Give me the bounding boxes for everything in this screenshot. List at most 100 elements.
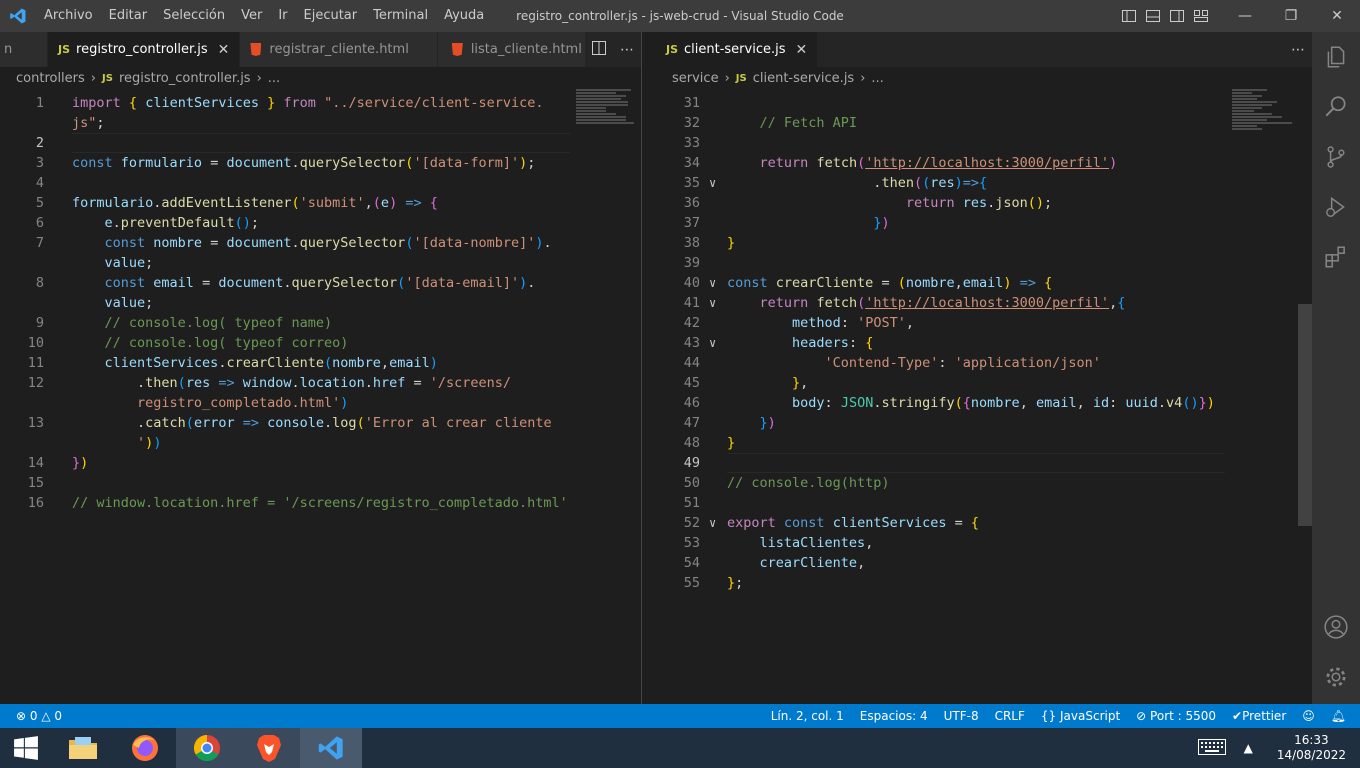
- firefox-icon[interactable]: [114, 728, 176, 768]
- editor-split-sash[interactable]: [641, 32, 656, 704]
- code-line[interactable]: value;: [0, 293, 641, 313]
- close-tab-icon[interactable]: ✕: [796, 42, 808, 58]
- code-line[interactable]: 6 e.preventDefault();: [0, 213, 641, 233]
- tab-registro-controller[interactable]: JS registro_controller.js ✕: [48, 32, 241, 67]
- code-line[interactable]: 52 ∨ export const clientServices = {: [656, 513, 1312, 533]
- end-of-line[interactable]: CRLF: [987, 709, 1033, 723]
- minimap-left[interactable]: [576, 89, 638, 149]
- code-line[interactable]: 15: [0, 473, 641, 493]
- code-line[interactable]: 31: [656, 93, 1312, 113]
- code-line[interactable]: js";: [0, 113, 641, 133]
- file-explorer-icon[interactable]: [52, 728, 114, 768]
- code-line[interactable]: registro_completado.html'): [0, 393, 641, 413]
- code-line[interactable]: ')): [0, 433, 641, 453]
- menu-item-ver[interactable]: Ver: [233, 0, 270, 32]
- fold-chevron-icon[interactable]: ∨: [709, 513, 716, 533]
- code-line[interactable]: 7 const nombre = document.querySelector(…: [0, 233, 641, 253]
- code-line[interactable]: 53 listaClientes,: [656, 533, 1312, 553]
- breadcrumb-file[interactable]: registro_controller.js: [119, 71, 251, 86]
- fold-chevron-icon[interactable]: ∨: [709, 333, 716, 353]
- toggle-panel-icon[interactable]: [1142, 0, 1164, 32]
- windows-start-icon[interactable]: [0, 728, 52, 768]
- breadcrumb-file[interactable]: client-service.js: [753, 71, 854, 86]
- code-line[interactable]: 42 method: 'POST',: [656, 313, 1312, 333]
- prettier-status[interactable]: ✔Prettier: [1224, 709, 1294, 723]
- code-line[interactable]: 55};: [656, 573, 1312, 593]
- close-window-button[interactable]: ✕: [1314, 0, 1360, 32]
- code-line[interactable]: 12 .then(res => window.location.href = '…: [0, 373, 641, 393]
- code-line[interactable]: 40 ∨ const crearCliente = (nombre,email) =…: [656, 273, 1312, 293]
- code-line[interactable]: 35 ∨ .then((res)=>{: [656, 173, 1312, 193]
- menu-item-terminal[interactable]: Terminal: [365, 0, 436, 32]
- fold-chevron-icon[interactable]: ∨: [709, 173, 716, 193]
- code-line[interactable]: 48}: [656, 433, 1312, 453]
- code-line[interactable]: value;: [0, 253, 641, 273]
- run-debug-icon[interactable]: [1312, 182, 1360, 232]
- code-editor-right[interactable]: 31 32 // Fetch API 33 34 return fetch('http…: [656, 89, 1312, 704]
- code-line[interactable]: 32 // Fetch API: [656, 113, 1312, 133]
- code-line[interactable]: 1 import { clientServices } from "../serv…: [0, 93, 641, 113]
- tab-partial[interactable]: n: [0, 32, 48, 67]
- search-icon[interactable]: [1312, 82, 1360, 132]
- code-line[interactable]: 33: [656, 133, 1312, 153]
- code-line[interactable]: 37 }): [656, 213, 1312, 233]
- close-tab-icon[interactable]: ✕: [218, 42, 230, 58]
- code-line[interactable]: 36 return res.json();: [656, 193, 1312, 213]
- code-line[interactable]: 47 }): [656, 413, 1312, 433]
- menu-item-ir[interactable]: Ir: [270, 0, 295, 32]
- more-actions-icon[interactable]: ⋯: [613, 42, 641, 58]
- bell-icon[interactable]: 🔔︎: [1323, 709, 1360, 723]
- explorer-icon[interactable]: [1312, 32, 1360, 82]
- code-line[interactable]: 54 crearCliente,: [656, 553, 1312, 573]
- menu-item-ayuda[interactable]: Ayuda: [436, 0, 492, 32]
- vertical-scrollbar[interactable]: [1298, 304, 1312, 526]
- menu-item-ejecutar[interactable]: Ejecutar: [296, 0, 366, 32]
- encoding[interactable]: UTF-8: [936, 709, 987, 723]
- split-editor-icon[interactable]: [585, 40, 613, 60]
- code-line[interactable]: 44 'Contend-Type': 'application/json': [656, 353, 1312, 373]
- code-line[interactable]: 5 formulario.addEventListener('submit',(e…: [0, 193, 641, 213]
- cursor-position[interactable]: Lín. 2, col. 1: [763, 709, 852, 723]
- tab-lista-cliente[interactable]: lista_cliente.html: [437, 32, 593, 67]
- extensions-icon[interactable]: [1312, 232, 1360, 282]
- feedback-icon[interactable]: ☺: [1294, 709, 1323, 723]
- breadcrumb-symbol[interactable]: ...: [871, 71, 883, 86]
- problems-indicator[interactable]: ⊗ 0 △ 0: [0, 709, 70, 723]
- chevron-up-icon[interactable]: ▲: [1244, 741, 1253, 755]
- breadcrumb-folder[interactable]: service: [672, 71, 719, 86]
- code-line[interactable]: 50 // console.log(http): [656, 473, 1312, 493]
- clock[interactable]: 16:33 14/08/2022: [1263, 733, 1360, 763]
- code-line[interactable]: 8 const email = document.querySelector('…: [0, 273, 641, 293]
- more-actions-icon[interactable]: ⋯: [1284, 42, 1312, 58]
- breadcrumb-folder[interactable]: controllers: [16, 71, 85, 86]
- toggle-sidebar-icon[interactable]: [1118, 0, 1140, 32]
- code-line[interactable]: 51: [656, 493, 1312, 513]
- menu-item-editar[interactable]: Editar: [101, 0, 156, 32]
- code-line[interactable]: 39: [656, 253, 1312, 273]
- code-line[interactable]: 13 .catch(error => console.log('Error al…: [0, 413, 641, 433]
- menu-item-archivo[interactable]: Archivo: [36, 0, 101, 32]
- code-line[interactable]: 4: [0, 173, 641, 193]
- code-line[interactable]: 9 // console.log( typeof name): [0, 313, 641, 333]
- restore-button[interactable]: ❐: [1268, 0, 1314, 32]
- code-line[interactable]: 43 ∨ headers: {: [656, 333, 1312, 353]
- code-line[interactable]: 16 // window.location.href = '/screens/re…: [0, 493, 641, 513]
- menu-item-selección[interactable]: Selección: [155, 0, 233, 32]
- breadcrumb-symbol[interactable]: ...: [268, 71, 280, 86]
- minimap-right[interactable]: [1232, 89, 1294, 149]
- code-line[interactable]: 45 },: [656, 373, 1312, 393]
- code-line[interactable]: 34 return fetch('http://localhost:3000/p…: [656, 153, 1312, 173]
- source-control-icon[interactable]: [1312, 132, 1360, 182]
- tab-registrar-cliente[interactable]: registrar_cliente.html: [240, 32, 438, 67]
- accounts-icon[interactable]: [1312, 602, 1360, 652]
- fold-chevron-icon[interactable]: ∨: [709, 293, 716, 313]
- code-editor-left[interactable]: 1 import { clientServices } from "../serv…: [0, 89, 641, 704]
- code-line[interactable]: 14}): [0, 453, 641, 473]
- code-line[interactable]: 10 // console.log( typeof correo): [0, 333, 641, 353]
- code-line[interactable]: 46 body: JSON.stringify({nombre, email, …: [656, 393, 1312, 413]
- chrome-icon[interactable]: [176, 728, 238, 768]
- code-line[interactable]: 41 ∨ return fetch('http://localhost:3000/…: [656, 293, 1312, 313]
- code-line[interactable]: 38}: [656, 233, 1312, 253]
- tab-client-service[interactable]: JS client-service.js ✕: [656, 32, 819, 67]
- code-line[interactable]: 49: [656, 453, 1312, 473]
